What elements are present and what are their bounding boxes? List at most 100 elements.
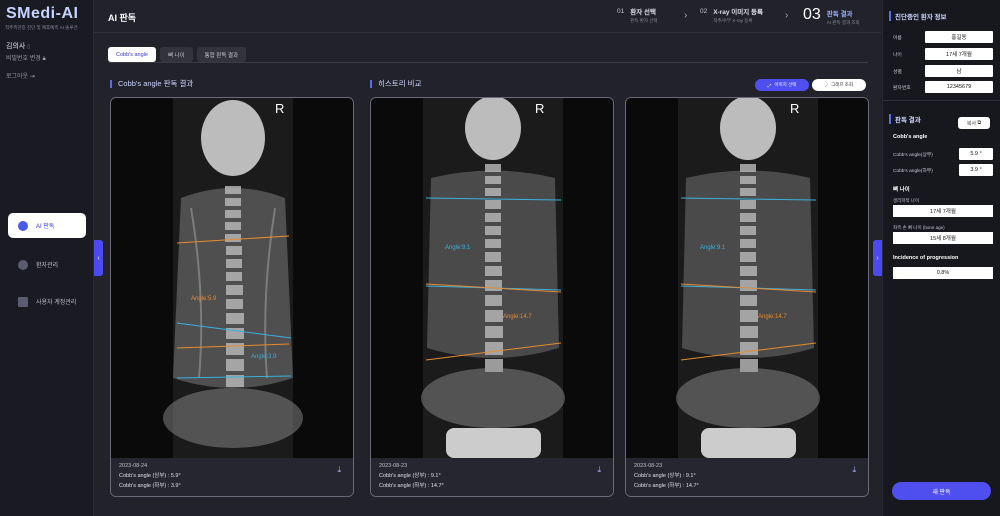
graph-view-button[interactable]: ⟋ 그래프 조회 <box>812 79 866 91</box>
card-date: 2023-08-23 <box>634 463 663 469</box>
spine-icon <box>18 220 28 231</box>
bone-age-label: 좌측 손 뼈 나이 (bone age) <box>893 225 945 230</box>
bone-age-value: 15세 8개월 <box>893 232 993 244</box>
divider <box>108 62 868 63</box>
sidebar-item-accounts[interactable]: 사용자 계정관리 <box>8 289 86 314</box>
patient-field-age: 나이 17세 7개월 <box>893 48 993 60</box>
new-reading-button[interactable]: 새 판독 <box>892 482 991 500</box>
step-3: 03 판독 결과 AI 판독 결과 조회 <box>803 6 860 26</box>
step-num: 01 <box>617 8 625 15</box>
topbar: AI 판독 01 환자 선택 판독 환자 선택 › 02 X-ray 이미지 등록… <box>94 0 881 33</box>
copy-button[interactable]: 복사 ⧉ <box>958 117 990 129</box>
field-value: 17세 7개월 <box>925 48 993 60</box>
sidebar-item-label: AI 판독 <box>36 224 55 230</box>
field-value: 홍길동 <box>925 31 993 43</box>
cobb-upper-row: Cobb's angle(상부) 5.9 ° <box>893 148 993 160</box>
card-footer: 2023-08-23 Cobb's angle (상부) : 9.1° Cobb… <box>371 458 613 496</box>
field-label: Cobb's angle(상부) <box>893 152 933 158</box>
xray-image: Angle:9.1 Angle:14.7 R <box>626 98 868 458</box>
section-title-history: 히스토리 비교 <box>370 80 421 88</box>
cobb-upper-text: Cobb's angle (상부) : 9.1° <box>379 473 441 479</box>
divider <box>883 100 1000 101</box>
copy-label: 복사 <box>966 120 977 127</box>
chevron-right-icon: › <box>684 10 688 21</box>
sidebar-item-ai-reading[interactable]: AI 판독 <box>8 213 86 238</box>
field-label: 성별 <box>893 69 902 75</box>
field-value: 5.9 ° <box>959 148 993 160</box>
angle-lower-label: Angle:3.9 <box>251 354 277 360</box>
field-label: Cobb's angle(하부) <box>893 168 933 174</box>
cobb-upper-text: Cobb's angle (상부) : 9.1° <box>634 473 696 479</box>
field-value: 3.9 ° <box>959 164 993 176</box>
xray-card-current: Angle:5.9 Angle:3.9 R 2023-08-24 Cobb's … <box>110 97 354 497</box>
main-content: AI 판독 01 환자 선택 판독 환자 선택 › 02 X-ray 이미지 등록… <box>94 0 881 516</box>
section-title-result: Cobb's angle 판독 결과 <box>110 80 193 88</box>
image-icon: ⤢ <box>767 82 772 88</box>
xray-card-history-1: Angle:9.1 Angle:14.7 R 2023-08-23 Cobb's… <box>370 97 614 497</box>
step-sub: 척추/수부 X-ray 등록 <box>713 18 753 23</box>
patient-field-id: 환자번호 12345679 <box>893 81 993 93</box>
user-name-text: 김의사 <box>6 43 26 50</box>
patient-info-title: 진단중인 환자 정보 <box>889 11 946 21</box>
card-footer: 2023-08-23 Cobb's angle (상부) : 9.1° Cobb… <box>626 458 868 496</box>
user-name: 김의사 ▯ <box>6 41 30 51</box>
download-icon[interactable]: ⤓ <box>597 465 601 475</box>
field-value: 12345679 <box>925 81 993 93</box>
cobb-lower-row: Cobb's angle(하부) 3.9 ° <box>893 164 993 176</box>
r-marker: R <box>535 101 545 116</box>
logout-icon: ⇥ <box>29 74 35 80</box>
step-title: 판독 결과 <box>826 11 853 18</box>
user-icon: ▯ <box>27 44 31 50</box>
step-num: 02 <box>700 8 708 15</box>
tab-integrated-result[interactable]: 통합 판독 결과 <box>196 47 247 62</box>
angle-upper-label: Angle:5.9 <box>191 296 217 302</box>
xray-image: Angle:5.9 Angle:3.9 R <box>111 98 353 458</box>
download-icon[interactable]: ⤓ <box>852 465 856 475</box>
step-title: 환자 선택 <box>630 9 656 16</box>
right-panel: 진단중인 환자 정보 이름 홍길동 나이 17세 7개월 성별 남 환자번호 12345… <box>882 0 1000 516</box>
password-change-link[interactable]: 비밀번호 변경 🔒︎ <box>6 53 46 63</box>
angle-lower-label: Angle:14.7 <box>758 314 787 320</box>
sidebar-item-label: 환자관리 <box>36 263 59 269</box>
field-label: 이름 <box>893 35 902 41</box>
cobb-lower-text: Cobb's angle (하부) : 14.7° <box>379 483 444 489</box>
xray-svg: Angle:9.1 Angle:14.7 <box>676 98 820 458</box>
progression-value: 0.8% <box>893 267 993 279</box>
document-icon <box>18 296 28 307</box>
cobb-lower-text: Cobb's angle (하부) : 14.7° <box>634 483 699 489</box>
card-date: 2023-08-23 <box>379 463 408 469</box>
chrono-age-label: 생리학적 나이 <box>893 198 920 203</box>
field-label: 환자번호 <box>893 85 911 91</box>
patient-field-name: 이름 홍길동 <box>893 31 993 43</box>
step-num: 03 <box>803 6 821 23</box>
chrono-age-value: 17세 7개월 <box>893 205 993 217</box>
copy-icon: ⧉ <box>977 120 982 126</box>
password-change-label: 비밀번호 변경 <box>6 56 41 62</box>
sidebar-item-patients[interactable]: 환자관리 <box>8 252 86 277</box>
chevron-right-icon: › <box>785 10 789 21</box>
sidebar-item-label: 사용자 계정관리 <box>36 300 77 306</box>
xray-image: Angle:9.1 Angle:14.7 R <box>371 98 613 458</box>
card-footer: 2023-08-24 Cobb's angle (상부) : 5.9° Cobb… <box>111 458 353 496</box>
graph-icon: ⟋ <box>824 82 829 88</box>
xray-svg: Angle:9.1 Angle:14.7 <box>421 98 565 458</box>
field-label: 나이 <box>893 52 902 58</box>
tab-bar: Cobb's angle 뼈 나이 통합 판독 결과 <box>108 47 247 62</box>
step-title: X-ray 이미지 등록 <box>713 9 764 16</box>
logout-link[interactable]: 로그아웃 ⇥ <box>6 71 35 80</box>
download-icon[interactable]: ⤓ <box>337 465 341 475</box>
tab-cobbs-angle[interactable]: Cobb's angle <box>108 47 156 62</box>
tab-bone-age[interactable]: 뼈 나이 <box>159 47 193 62</box>
cobb-upper-text: Cobb's angle (상부) : 5.9° <box>119 473 181 479</box>
image-select-button[interactable]: ⤢ 이미지 선택 <box>755 79 809 91</box>
image-select-label: 이미지 선택 <box>774 82 797 87</box>
card-date: 2023-08-24 <box>119 463 148 469</box>
field-value: 남 <box>925 65 993 77</box>
sidebar-collapse-button[interactable]: ‹ <box>94 240 103 276</box>
step-1: 01 환자 선택 판독 환자 선택 <box>617 6 658 24</box>
step-sub: AI 판독 결과 조회 <box>826 20 860 25</box>
right-panel-collapse-button[interactable]: › <box>873 240 882 276</box>
bone-age-title: 뼈 나이 <box>893 187 910 193</box>
angle-upper-label: Angle:9.1 <box>700 245 726 251</box>
chevron-left-icon: ‹ <box>97 254 100 262</box>
